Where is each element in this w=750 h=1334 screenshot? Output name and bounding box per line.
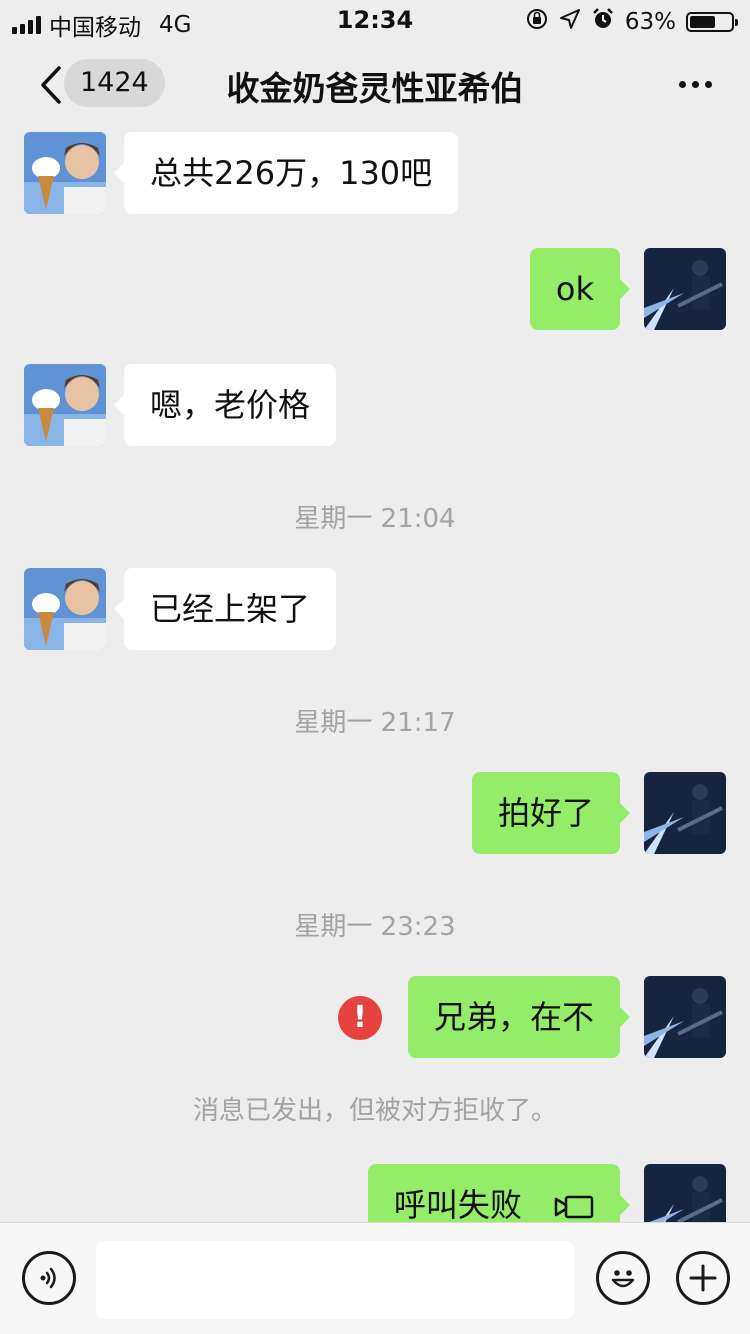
message-input[interactable]	[96, 1241, 574, 1319]
add-button[interactable]	[676, 1251, 730, 1305]
message-bubble-incoming[interactable]: 总共226万，130吧	[113, 132, 459, 214]
battery-icon	[686, 12, 738, 32]
rejected-notice: 消息已发出，但被对方拒收了。	[192, 1096, 557, 1126]
message-timestamp: 星期一 21:04	[294, 504, 456, 534]
emoji-icon	[611, 1270, 635, 1288]
voice-icon	[40, 1267, 56, 1289]
send-failed-icon[interactable]: !	[338, 996, 382, 1040]
message-timestamp: 星期一 21:17	[294, 708, 456, 738]
location-icon	[559, 8, 581, 36]
contact-avatar[interactable]	[24, 364, 106, 446]
message-bubble-incoming[interactable]: 已经上架了	[113, 568, 337, 650]
my-avatar[interactable]	[644, 976, 726, 1058]
contact-avatar[interactable]	[24, 132, 106, 214]
plus-icon	[689, 1264, 717, 1292]
message-bubble-incoming[interactable]: 嗯，老价格	[113, 364, 337, 446]
status-right: 63%	[525, 7, 738, 37]
chat-title: 收金奶爸灵性亚希伯	[226, 69, 524, 108]
voice-button[interactable]	[22, 1251, 76, 1305]
rotation-lock-icon	[525, 7, 549, 37]
message-bubble-outgoing[interactable]: 兄弟，在不	[407, 976, 631, 1058]
more-button[interactable]	[670, 66, 720, 102]
call-failed-label: 呼叫失败	[393, 1186, 522, 1222]
alarm-icon	[591, 7, 615, 37]
video-call-icon	[554, 1195, 594, 1219]
message-timestamp: 星期一 23:23	[294, 912, 456, 942]
chat-messages[interactable]: 总共226万，130吧 ok 嗯，老价格 星期一 21:04 已经上架了 星期一…	[0, 128, 750, 1222]
nav-bar: 1424 收金奶爸灵性亚希伯	[0, 40, 750, 128]
message-bubble-outgoing[interactable]: ok	[529, 248, 631, 330]
battery-percent: 63%	[624, 9, 676, 35]
my-avatar[interactable]	[644, 1164, 726, 1222]
emoji-button[interactable]	[596, 1251, 650, 1305]
my-avatar[interactable]	[644, 772, 726, 854]
call-failed-bubble[interactable]: 呼叫失败	[367, 1164, 631, 1222]
input-bar	[0, 1222, 750, 1334]
status-bar: 中国移动 4G 12:34 63%	[0, 0, 750, 41]
contact-avatar[interactable]	[24, 568, 106, 650]
my-avatar[interactable]	[644, 248, 726, 330]
more-dots-icon	[678, 80, 686, 88]
message-bubble-outgoing[interactable]: 拍好了	[471, 772, 631, 854]
